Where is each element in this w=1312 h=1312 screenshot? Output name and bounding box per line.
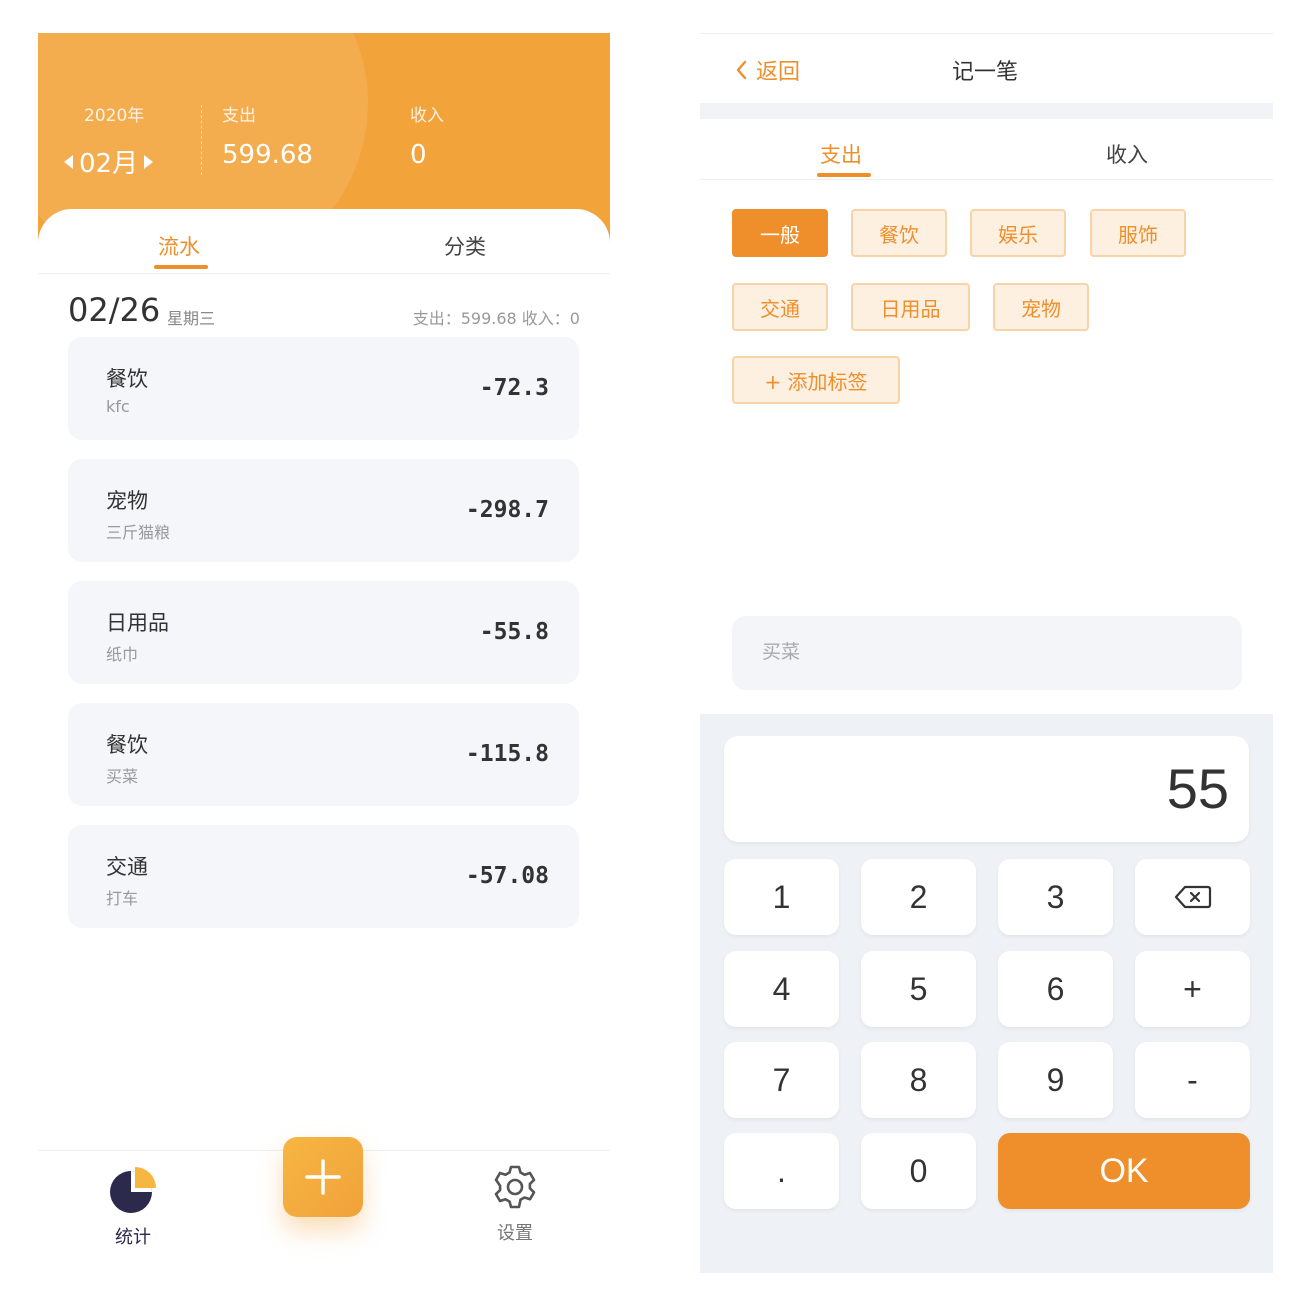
record-item[interactable]: 交通 打车 -57.08 <box>68 825 579 928</box>
record-amount: -57.08 <box>465 863 549 889</box>
record-note: 三斤猫粮 <box>106 523 171 542</box>
record-item[interactable]: 餐饮 kfc -72.3 <box>68 337 579 440</box>
chevron-left-icon <box>736 60 747 80</box>
nav-settings-label: 设置 <box>497 1223 533 1244</box>
tab-category[interactable]: 分类 <box>444 231 486 261</box>
key-5[interactable]: 5 <box>861 951 976 1027</box>
top-bar: 返回 记一笔 <box>700 33 1273 104</box>
tab-income[interactable]: 收入 <box>1106 139 1148 169</box>
add-tag-button[interactable]: + 添加标签 <box>732 356 900 404</box>
tab-flow-underline <box>154 265 208 269</box>
record-category: 交通 <box>106 855 148 879</box>
back-label: 返回 <box>756 60 801 85</box>
month-value: 02月 <box>79 149 139 179</box>
record-amount: -72.3 <box>479 375 549 401</box>
note-input[interactable] <box>732 616 1242 690</box>
tag-pets[interactable]: 宠物 <box>993 283 1089 331</box>
backspace-icon <box>1174 885 1211 909</box>
page-title: 记一笔 <box>952 60 1019 85</box>
tab-expense-underline <box>817 173 871 177</box>
date-group-header: 02/26 星期三 支出：599.68 收入：0 <box>68 291 580 331</box>
amount-display: 55 <box>724 736 1249 842</box>
tag-general[interactable]: 一般 <box>732 209 828 257</box>
record-note: 纸巾 <box>106 645 139 664</box>
key-backspace[interactable] <box>1135 859 1250 935</box>
key-plus[interactable]: + <box>1135 951 1250 1027</box>
plus-icon <box>305 1159 341 1195</box>
key-3[interactable]: 3 <box>998 859 1113 935</box>
year-label: 2020年 <box>84 101 144 126</box>
record-category: 日用品 <box>106 611 169 635</box>
keypad-panel: 55 1 2 3 4 5 6 + 7 8 9 - . 0 OK <box>700 714 1273 1273</box>
expense-value: 599.68 <box>222 140 313 170</box>
divider-strip <box>700 103 1273 119</box>
prev-month-icon[interactable] <box>64 154 73 169</box>
back-button[interactable]: 返回 <box>734 54 800 86</box>
view-tabs: 流水 分类 <box>38 209 610 274</box>
tab-flow[interactable]: 流水 <box>158 231 200 261</box>
key-7[interactable]: 7 <box>724 1042 839 1118</box>
nav-stats[interactable]: 统计 <box>104 1165 162 1249</box>
header-divider <box>201 105 203 175</box>
pie-chart-icon <box>110 1167 156 1213</box>
weekday-text: 星期三 <box>167 309 216 328</box>
record-amount: -55.8 <box>479 619 549 645</box>
key-6[interactable]: 6 <box>998 951 1113 1027</box>
record-amount: -115.8 <box>465 741 549 767</box>
key-minus[interactable]: - <box>1135 1042 1250 1118</box>
add-record-screen: 返回 记一笔 支出 收入 一般 餐饮 娱乐 服饰 交通 日用品 宠物 + 添加标… <box>700 33 1273 1273</box>
year-text: 2020年 <box>84 106 145 126</box>
key-9[interactable]: 9 <box>998 1042 1113 1118</box>
tab-expense[interactable]: 支出 <box>820 139 862 169</box>
income-label: 收入 <box>410 106 444 126</box>
date-text: 02/26 <box>68 291 161 329</box>
key-1[interactable]: 1 <box>724 859 839 935</box>
amount-value: 55 <box>1166 757 1229 820</box>
record-note: kfc <box>106 397 130 416</box>
record-item[interactable]: 餐饮 买菜 -115.8 <box>68 703 579 806</box>
ok-button[interactable]: OK <box>998 1133 1250 1209</box>
key-8[interactable]: 8 <box>861 1042 976 1118</box>
tag-entertainment[interactable]: 娱乐 <box>970 209 1066 257</box>
nav-settings[interactable]: 设置 <box>488 1163 542 1245</box>
key-4[interactable]: 4 <box>724 951 839 1027</box>
key-0[interactable]: 0 <box>861 1133 976 1209</box>
tag-daily-goods[interactable]: 日用品 <box>851 283 970 331</box>
expense-summary: 支出 599.68 <box>222 101 313 170</box>
ledger-screen: 2020年 02月 支出 599.68 收入 0 流水 分类 02/26 星期三… <box>38 33 610 1273</box>
record-category: 餐饮 <box>106 367 148 391</box>
record-category: 餐饮 <box>106 733 148 757</box>
record-note: 买菜 <box>106 767 139 786</box>
gear-icon <box>494 1165 536 1209</box>
type-tabs: 支出 收入 <box>700 119 1273 180</box>
record-category: 宠物 <box>106 489 148 513</box>
tag-dining[interactable]: 餐饮 <box>851 209 947 257</box>
day-summary: 支出：599.68 收入：0 <box>412 309 580 328</box>
expense-label: 支出 <box>222 106 256 126</box>
month-picker[interactable]: 02月 <box>64 143 154 180</box>
record-amount: -298.7 <box>465 497 549 523</box>
nav-stats-label: 统计 <box>115 1227 151 1248</box>
key-2[interactable]: 2 <box>861 859 976 935</box>
key-dot[interactable]: . <box>724 1133 839 1209</box>
tag-transport[interactable]: 交通 <box>732 283 828 331</box>
next-month-icon[interactable] <box>144 154 154 169</box>
record-item[interactable]: 日用品 纸巾 -55.8 <box>68 581 579 684</box>
record-item[interactable]: 宠物 三斤猫粮 -298.7 <box>68 459 579 562</box>
income-summary: 收入 0 <box>410 101 444 170</box>
record-note: 打车 <box>106 889 139 908</box>
add-record-button[interactable] <box>283 1137 363 1217</box>
income-value: 0 <box>410 140 427 170</box>
tag-clothing[interactable]: 服饰 <box>1090 209 1186 257</box>
